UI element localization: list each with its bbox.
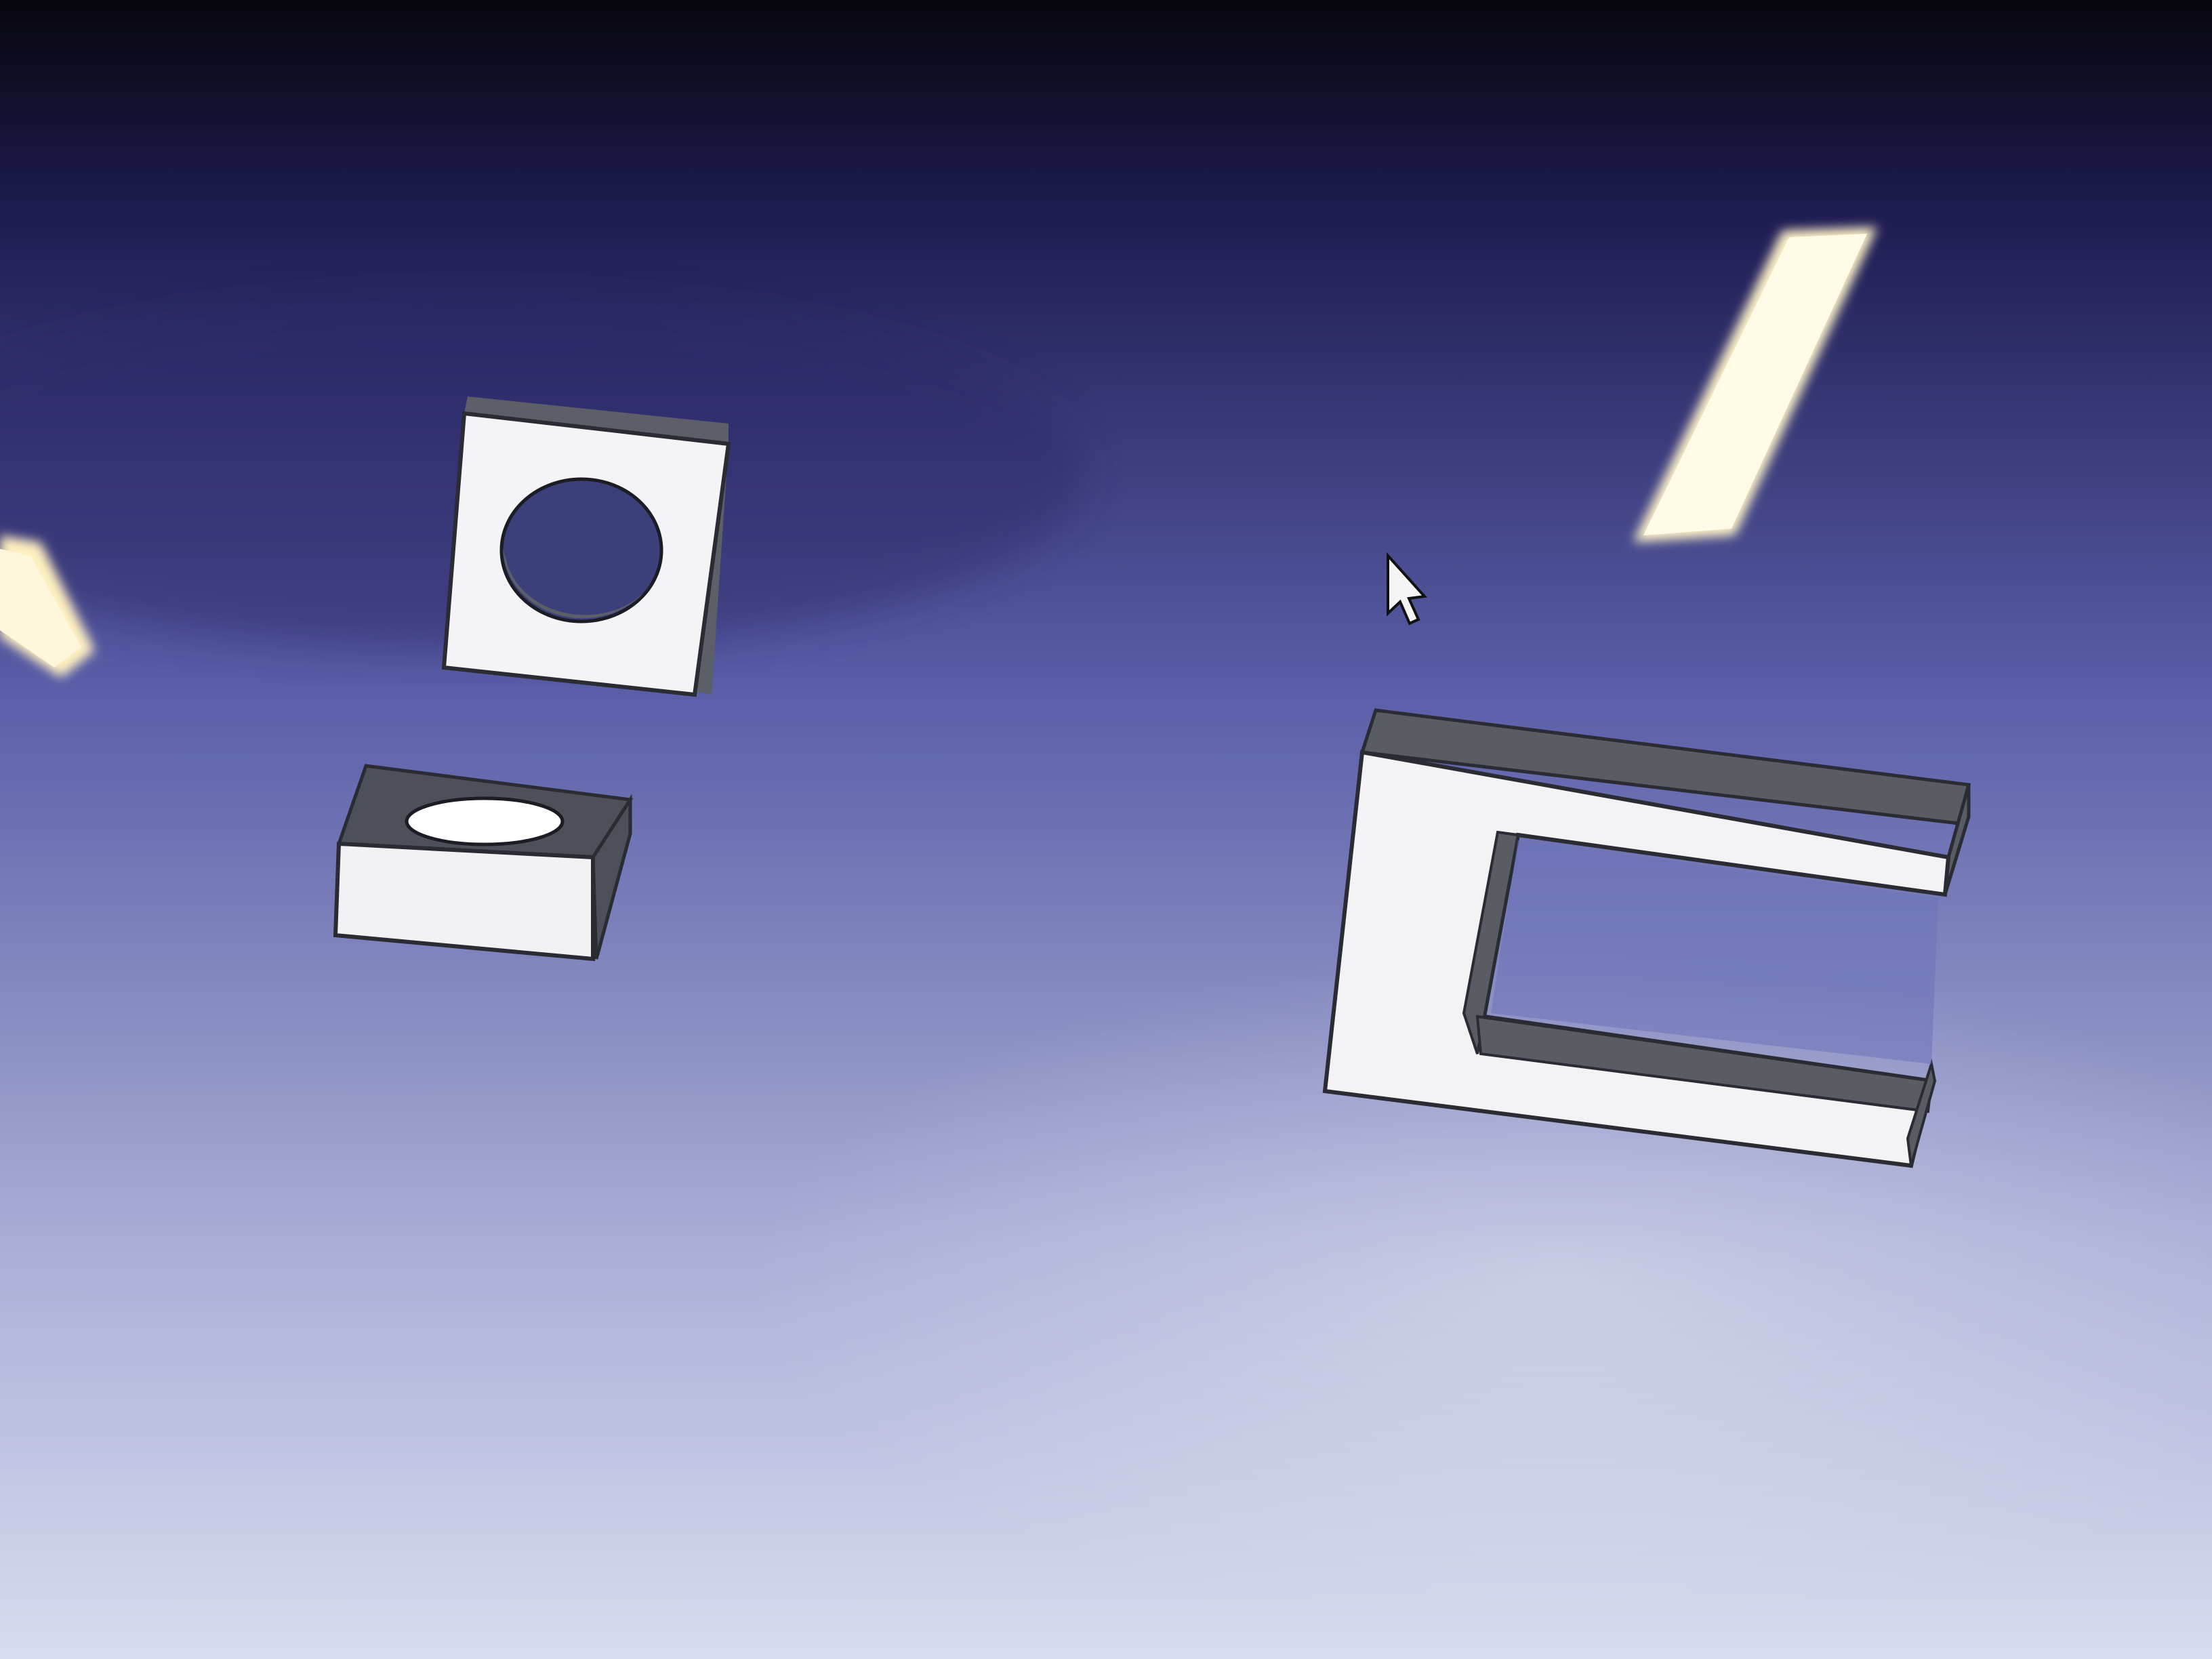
3d-viewport[interactable]	[0, 0, 2212, 1659]
block-with-hole[interactable]	[333, 764, 634, 962]
scene-canvas[interactable]	[0, 0, 2212, 1659]
square-plate-with-hole[interactable]	[441, 396, 731, 697]
u-channel[interactable]	[1322, 708, 1971, 1168]
